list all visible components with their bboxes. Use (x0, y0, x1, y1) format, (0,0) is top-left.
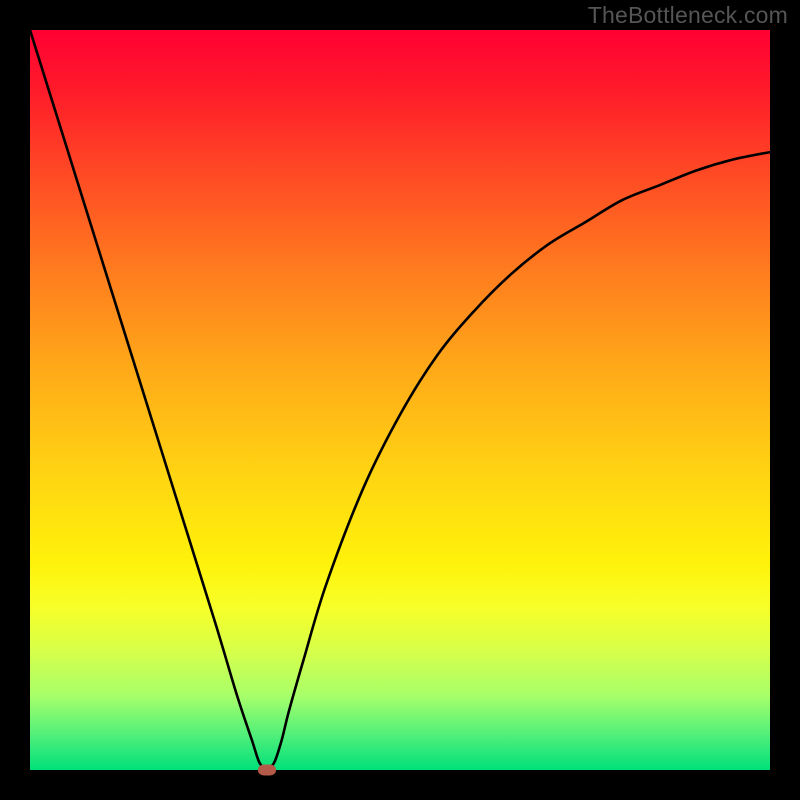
plot-area (30, 30, 770, 770)
bottleneck-curve (30, 30, 770, 770)
optimal-point-marker (258, 765, 276, 776)
watermark-text: TheBottleneck.com (588, 2, 788, 29)
chart-frame: TheBottleneck.com (0, 0, 800, 800)
